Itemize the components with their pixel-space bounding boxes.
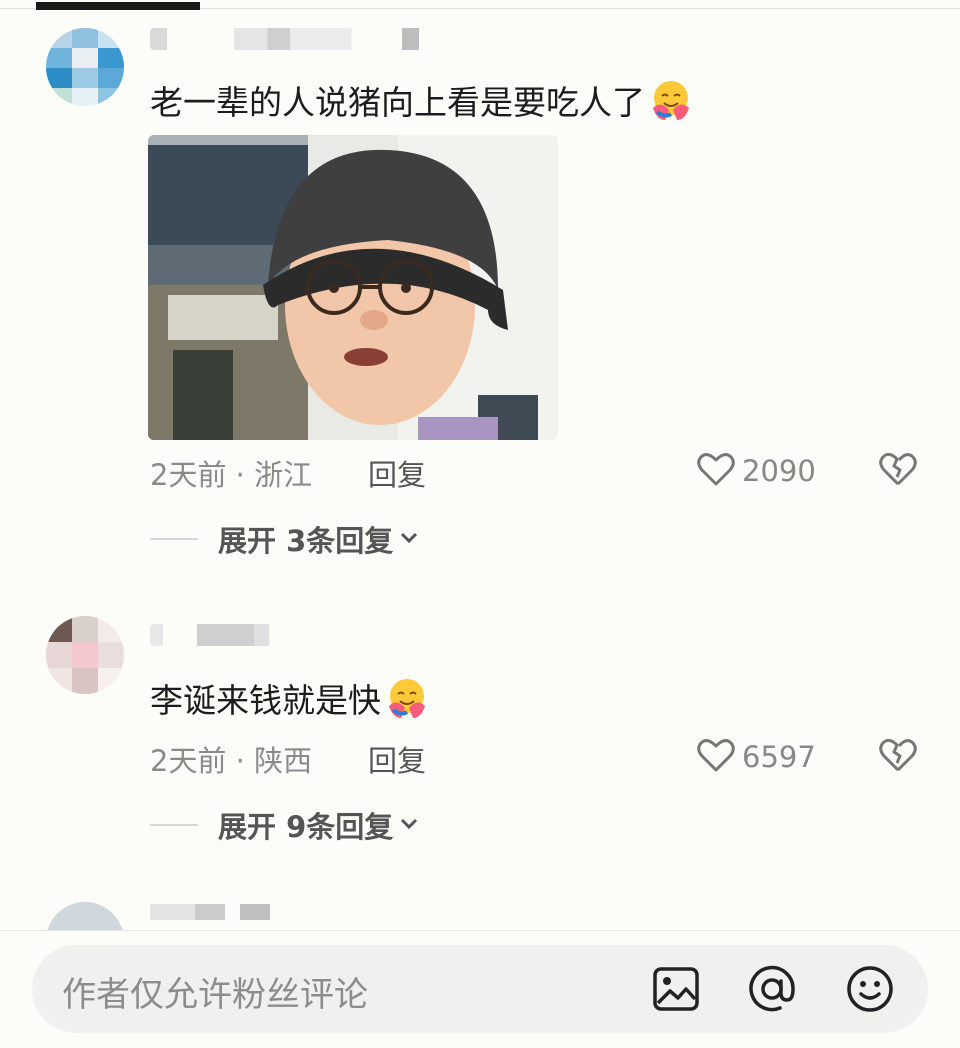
avatar[interactable] [46, 616, 124, 694]
emoji-icon[interactable] [844, 963, 896, 1015]
expand-replies-label: 展开 9条回复 [218, 810, 394, 844]
comment-input-placeholder: 作者仅允许粉丝评论 [62, 975, 368, 1015]
username-blurred[interactable] [150, 28, 430, 50]
reply-button[interactable]: 回复 [368, 452, 426, 494]
comment-time-location: 2天前 · 浙江 [150, 458, 313, 492]
like-count: 2090 [742, 454, 816, 488]
expand-replies-button[interactable]: 展开 3条回复 [150, 518, 419, 560]
dislike-button[interactable] [878, 450, 918, 492]
avatar[interactable] [46, 28, 124, 106]
heart-icon [696, 736, 736, 778]
hugging-face-emoji-icon [649, 78, 693, 122]
comment-text: 李诞来钱就是快 [150, 676, 429, 721]
comment-item: 老一辈的人说猪向上看是要吃人了 2天前 · 浙江 回复 2090 展开 3条回复 [0, 0, 960, 590]
heart-icon [696, 450, 736, 492]
broken-heart-icon [878, 452, 918, 492]
comment-text: 老一辈的人说猪向上看是要吃人了 [150, 78, 693, 123]
comment-time-location: 2天前 · 陕西 [150, 744, 313, 778]
expand-replies-label: 展开 3条回复 [218, 524, 394, 558]
like-button[interactable]: 6597 [696, 736, 816, 778]
hugging-face-emoji-icon [385, 676, 429, 720]
image-icon[interactable] [650, 963, 702, 1015]
like-button[interactable]: 2090 [696, 450, 816, 492]
username-blurred [150, 904, 300, 920]
like-count: 6597 [742, 740, 816, 774]
avatar [46, 902, 124, 930]
comment-image[interactable] [148, 135, 558, 440]
divider-line [150, 824, 198, 826]
broken-heart-icon [878, 738, 918, 778]
chevron-down-icon [399, 816, 419, 835]
comment-item: 李诞来钱就是快 2天前 · 陕西 回复 6597 展开 9条回复 [0, 600, 960, 860]
chevron-down-icon [399, 530, 419, 549]
comment-input[interactable]: 作者仅允许粉丝评论 [32, 945, 928, 1033]
username-blurred[interactable] [150, 624, 280, 646]
expand-replies-button[interactable]: 展开 9条回复 [150, 804, 419, 846]
reply-button[interactable]: 回复 [368, 738, 426, 780]
divider-line [150, 538, 198, 540]
comment-input-bar: 作者仅允许粉丝评论 [0, 930, 960, 1048]
dislike-button[interactable] [878, 736, 918, 778]
next-comment-partial [46, 902, 306, 930]
at-icon[interactable] [746, 963, 798, 1015]
